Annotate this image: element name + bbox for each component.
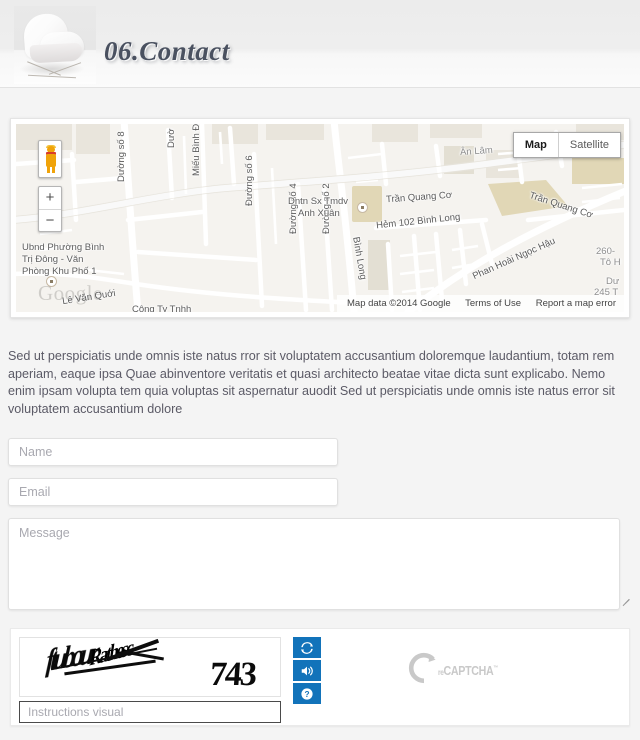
map-label: Dườ (166, 128, 177, 148)
zoom-in-button[interactable]: + (39, 187, 61, 210)
captcha-help-button[interactable]: ? (293, 683, 321, 704)
map-card: Dường số 8 Dườ Miếu Bình Đông Đường số 6… (10, 118, 630, 318)
speaker-icon (301, 666, 313, 675)
recaptcha-logo: reCAPTCHA™ (407, 651, 511, 690)
street-view-pegman[interactable] (38, 140, 62, 178)
name-input[interactable] (8, 438, 338, 466)
message-textarea[interactable] (8, 518, 620, 610)
map-label: Trị Đông - Văn (22, 254, 84, 265)
map-label: Ân Lâm (459, 144, 494, 159)
map-label: Anh Xuân (298, 208, 340, 219)
map-type-satellite-button[interactable]: Satellite (559, 133, 620, 157)
map-terms-link[interactable]: Terms of Use (465, 298, 521, 309)
map-label: Dntn Sx Tmdv (288, 196, 349, 207)
map-label: Ubnd Phường Bình (22, 242, 105, 253)
refresh-icon (301, 641, 313, 654)
captcha-challenge-image: ftubour Rathesc 743 (19, 637, 281, 697)
recaptcha-wordmark: reCAPTCHA™ (438, 663, 498, 678)
intro-paragraph: Sed ut perspiciatis unde omnis iste natu… (8, 349, 615, 416)
email-input[interactable] (8, 478, 338, 506)
map-label: Tô H (600, 257, 621, 268)
captcha-controls: ? (293, 637, 321, 704)
google-map[interactable]: Dường số 8 Dườ Miếu Bình Đông Đường số 6… (16, 124, 624, 312)
textarea-resize-handle[interactable] (619, 591, 630, 607)
page-header: 06.Contact (0, 0, 640, 88)
map-label: Công Ty Tnhh (132, 304, 192, 312)
recaptcha-widget: ftubour Rathesc 743 ? reCAPTCHA™ Instruc… (10, 628, 630, 726)
map-poi-marker[interactable] (357, 202, 368, 213)
map-attribution: Map data ©2014 Google Terms of Use Repor… (337, 295, 624, 312)
page-title: 06.Contact (104, 36, 230, 66)
captcha-refresh-button[interactable] (293, 637, 321, 658)
recaptcha-circular-arrow-icon (407, 651, 441, 690)
captcha-audio-button[interactable] (293, 660, 321, 681)
map-copyright: Map data ©2014 Google (347, 298, 451, 309)
zoom-out-button[interactable]: − (39, 210, 61, 233)
map-report-link[interactable]: Report a map error (536, 298, 616, 309)
map-type-map-button[interactable]: Map (514, 133, 559, 157)
recaptcha-tm-text: ™ (493, 665, 498, 672)
svg-text:?: ? (304, 689, 309, 699)
recaptcha-captcha-text: CAPTCHA (443, 663, 494, 678)
header-divider (0, 87, 640, 88)
map-type-toggle[interactable]: Map Satellite (512, 132, 621, 158)
page-body: Dường số 8 Dườ Miếu Bình Đông Đường số 6… (0, 118, 640, 726)
captcha-answer-input[interactable] (19, 701, 281, 723)
map-label: Dư (606, 276, 620, 287)
map-label: Phòng Khu Phố 1 (22, 266, 97, 277)
help-question-icon: ? (301, 687, 313, 700)
map-zoom-controls[interactable]: + − (38, 186, 62, 232)
map-label: Dường số 8 (116, 131, 127, 182)
google-watermark: Google (38, 281, 103, 305)
contact-form (8, 438, 632, 610)
map-label: Đường số 6 (244, 155, 255, 206)
map-label: Miếu Bình Đông (191, 124, 202, 176)
map-label: 260- (596, 246, 616, 257)
armchair-image (14, 6, 96, 84)
captcha-number: 743 (208, 656, 257, 693)
